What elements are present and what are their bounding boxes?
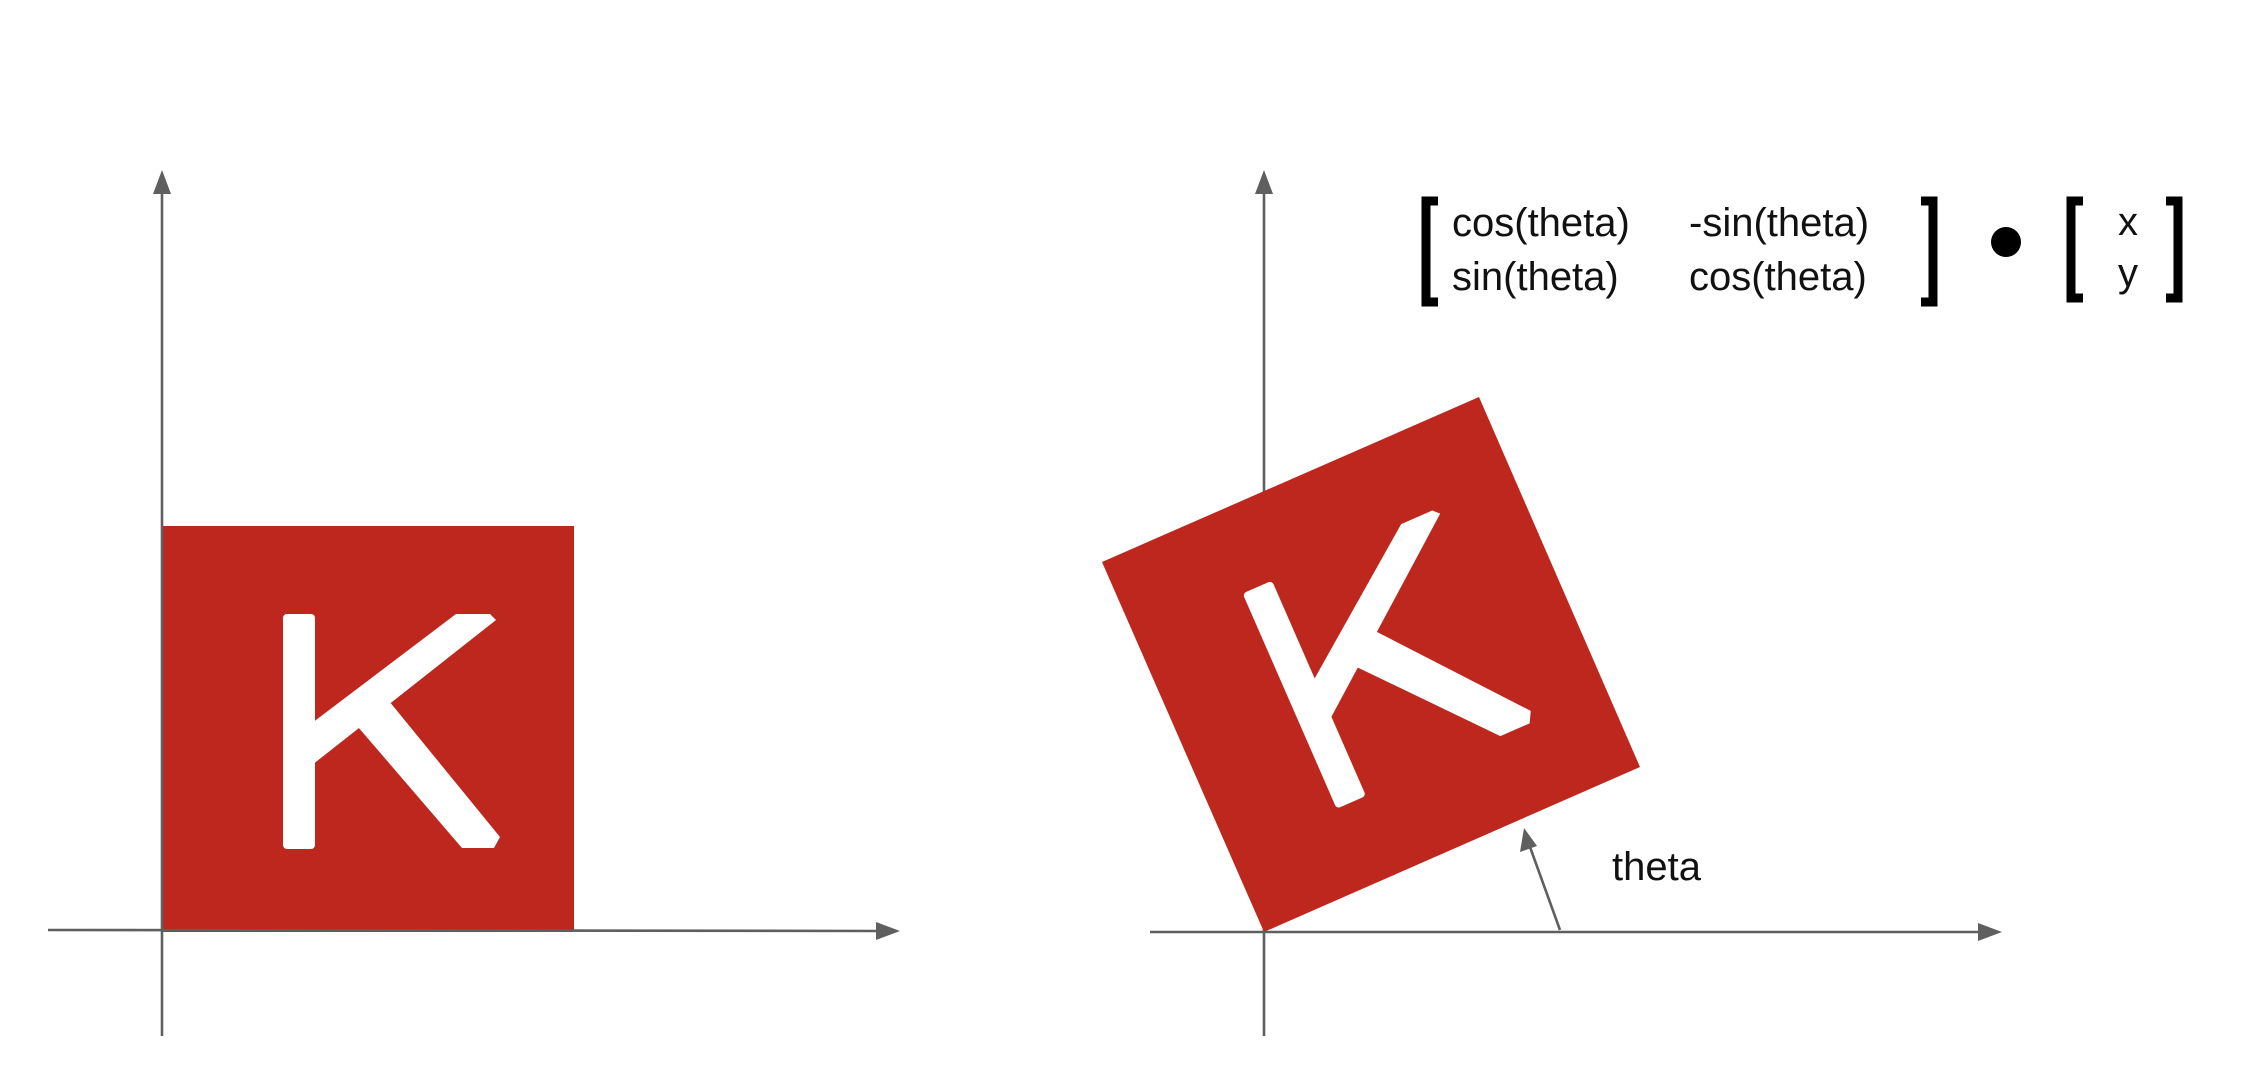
vector-cell-y: y — [2118, 251, 2138, 295]
left-x-axis — [47, 928, 881, 933]
right-panel: K theta — [1102, 170, 2002, 1036]
theta-arrow-icon — [1520, 828, 1537, 852]
theta-arrow-line — [1528, 846, 1562, 931]
rotation-diagram: K K theta cos(theta) -sin(theta) — [47, 170, 2183, 1036]
vector-left-bracket — [2066, 196, 2083, 303]
matrix-cell-r1c1: cos(theta) — [1452, 201, 1630, 245]
matrix-cell-r1c2: -sin(theta) — [1689, 201, 1869, 245]
vector-right-bracket — [2166, 196, 2183, 303]
right-y-axis-arrow-icon — [1255, 170, 1273, 194]
right-x-axis-arrow-icon — [1978, 923, 2002, 941]
theta-label: theta — [1612, 845, 1702, 889]
left-panel: K — [47, 170, 900, 1036]
matrix-cell-r2c2: cos(theta) — [1689, 255, 1867, 299]
matrix-right-bracket — [1921, 196, 1938, 307]
left-x-axis-arrow-icon — [876, 922, 900, 940]
matrix-cell-r2c1: sin(theta) — [1452, 255, 1619, 299]
rotation-formula: cos(theta) -sin(theta) sin(theta) cos(th… — [1421, 196, 2183, 307]
vector-cell-x: x — [2118, 200, 2138, 244]
dot-product-icon — [1991, 227, 2021, 257]
left-y-axis-arrow-icon — [153, 170, 171, 194]
matrix-left-bracket — [1421, 196, 1438, 307]
